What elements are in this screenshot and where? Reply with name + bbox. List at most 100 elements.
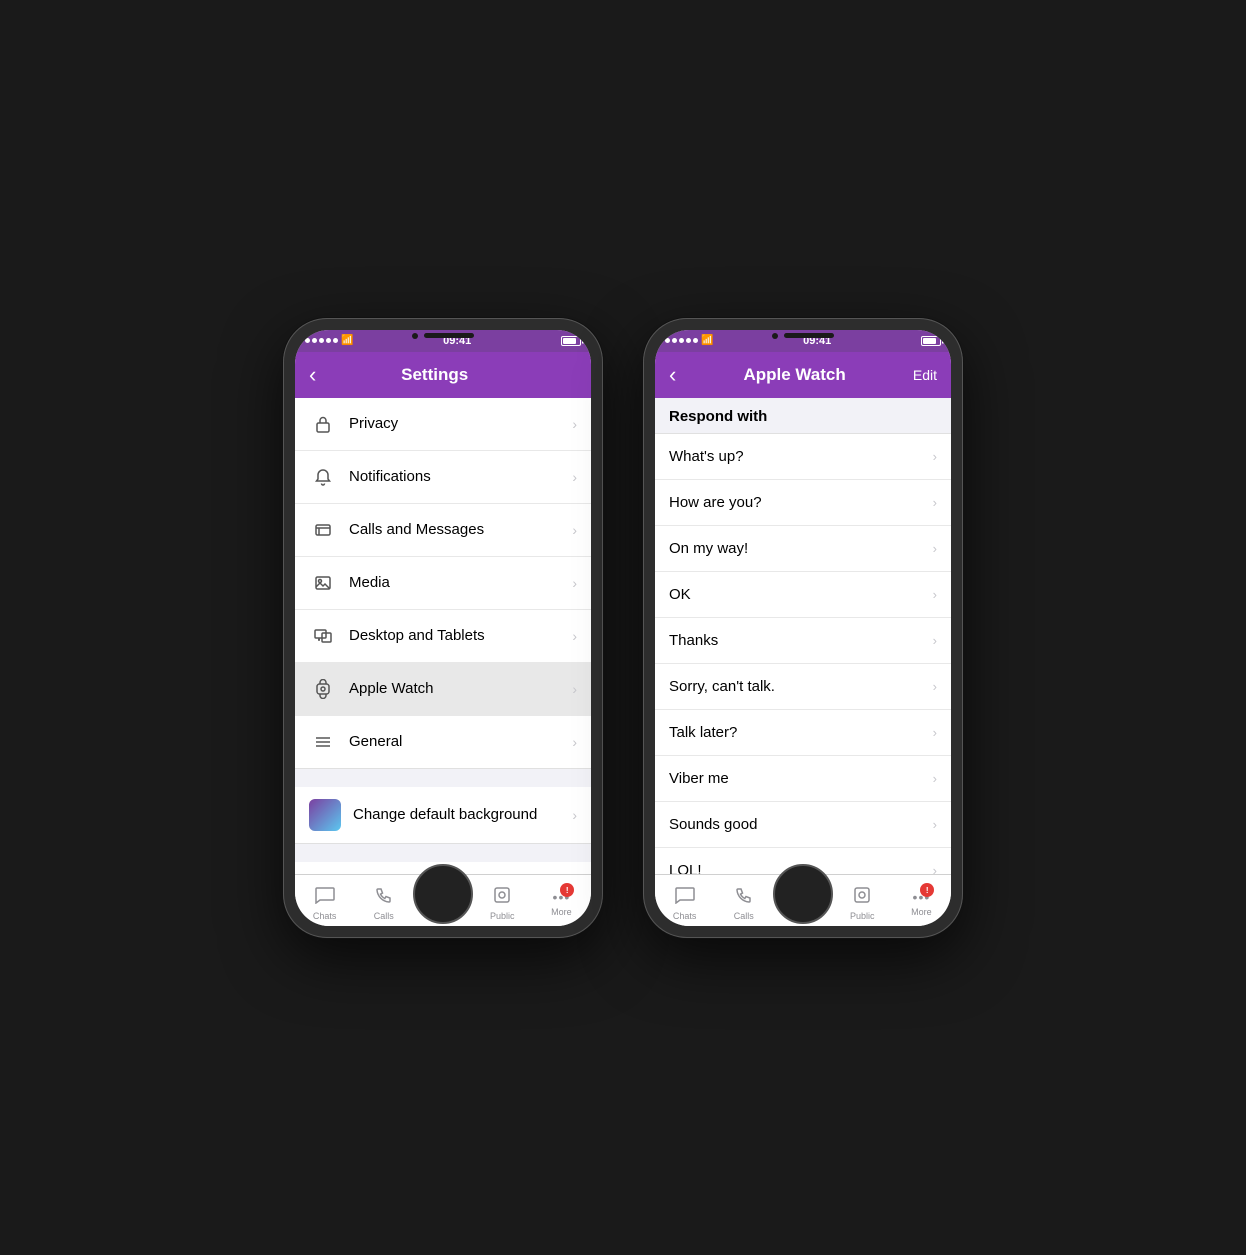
apple-watch-label: Apple Watch (349, 680, 572, 697)
settings-main-section: Privacy › Notifications › (295, 398, 591, 769)
desktop-icon (309, 622, 337, 650)
respond-item-ok[interactable]: OK › (655, 572, 951, 618)
settings-item-notifications[interactable]: Notifications › (295, 451, 591, 504)
respond-label-5: Sorry, can't talk. (669, 678, 933, 695)
general-icon (309, 728, 337, 756)
more-tab-badge: ! (560, 883, 574, 897)
settings-gap2 (295, 844, 591, 862)
privacy-label: Privacy (349, 415, 572, 432)
phone2-more-tab-badge: ! (920, 883, 934, 897)
status-left: 📶 (305, 335, 353, 346)
phone-camera (412, 333, 418, 339)
privacy-icon (309, 410, 337, 438)
phone2-calls-tab-icon (735, 886, 753, 909)
apple-watch-icon (309, 675, 337, 703)
media-label: Media (349, 574, 572, 591)
notifications-chevron: › (572, 469, 577, 485)
respond-item-thanks[interactable]: Thanks › (655, 618, 951, 664)
background-thumbnail (309, 799, 341, 831)
phone2-wifi-icon: 📶 (701, 335, 713, 346)
phone2-camera (772, 333, 778, 339)
respond-label-7: Viber me (669, 770, 933, 787)
privacy-chevron: › (572, 416, 577, 432)
desktop-label: Desktop and Tablets (349, 627, 572, 644)
apple-watch-chevron: › (572, 681, 577, 697)
phone2-calls-tab-label: Calls (734, 911, 754, 921)
apple-watch-content: Respond with What's up? › How are you? ›… (655, 398, 951, 874)
respond-item-whats-up[interactable]: What's up? › (655, 434, 951, 480)
respond-label-3: OK (669, 586, 933, 603)
phone2-tab-chats[interactable]: Chats (655, 880, 714, 921)
settings-gap1 (295, 769, 591, 787)
settings-item-calls[interactable]: Calls and Messages › (295, 504, 591, 557)
public-tab-label: Public (490, 911, 515, 921)
phone2-status-left: 📶 (665, 335, 713, 346)
respond-list: What's up? › How are you? › On my way! ›… (655, 434, 951, 874)
tab-public[interactable]: Public (473, 880, 532, 921)
respond-item-sorry[interactable]: Sorry, can't talk. › (655, 664, 951, 710)
phone2-tab-calls[interactable]: Calls (714, 880, 773, 921)
status-right (561, 336, 581, 346)
background-label: Change default background (353, 806, 572, 823)
respond-label-2: On my way! (669, 540, 933, 557)
respond-label-1: How are you? (669, 494, 933, 511)
phone2: 📶 09:41 ‹ Apple Watch Edit Respond with … (643, 318, 963, 938)
phone2-tab-public[interactable]: Public (833, 880, 892, 921)
tab-calls[interactable]: Calls (354, 880, 413, 921)
phone2-chats-tab-icon (675, 886, 695, 909)
general-chevron: › (572, 734, 577, 750)
phone1: 📶 09:41 ‹ Settings (283, 318, 603, 938)
respond-item-viber-me[interactable]: Viber me › (655, 756, 951, 802)
phone2-nav-title: Apple Watch (676, 365, 913, 385)
respond-item-talk-later[interactable]: Talk later? › (655, 710, 951, 756)
nav-bar: ‹ Settings (295, 352, 591, 398)
background-section: Change default background › (295, 787, 591, 844)
phone2-edit-button[interactable]: Edit (913, 367, 937, 383)
media-chevron: › (572, 575, 577, 591)
phone2-speaker (784, 333, 834, 338)
desktop-chevron: › (572, 628, 577, 644)
chats-tab-icon (315, 886, 335, 909)
notifications-label: Notifications (349, 468, 572, 485)
respond-item-on-my-way[interactable]: On my way! › (655, 526, 951, 572)
phone2-signal-dots (665, 338, 698, 343)
settings-item-general[interactable]: General › (295, 716, 591, 768)
background-chevron: › (572, 807, 577, 823)
respond-item-how-are-you[interactable]: How are you? › (655, 480, 951, 526)
respond-header: Respond with (655, 398, 951, 434)
wifi-icon: 📶 (341, 335, 353, 346)
public-tab-icon (493, 886, 511, 909)
respond-label-8: Sounds good (669, 816, 933, 833)
notifications-icon (309, 463, 337, 491)
calls-chevron: › (572, 522, 577, 538)
settings-item-privacy[interactable]: Privacy › (295, 398, 591, 451)
phone2-home-button[interactable] (773, 864, 833, 924)
settings-content: Privacy › Notifications › (295, 398, 591, 874)
phone2-tab-more[interactable]: ••• ! More (892, 883, 951, 917)
phone2-status-right (921, 336, 941, 346)
tab-more[interactable]: ••• ! More (532, 883, 591, 917)
home-button[interactable] (413, 864, 473, 924)
settings-item-apple-watch[interactable]: Apple Watch › (295, 663, 591, 716)
phone1-screen: 📶 09:41 ‹ Settings (295, 330, 591, 926)
tab-chats[interactable]: Chats (295, 880, 354, 921)
respond-label-4: Thanks (669, 632, 933, 649)
respond-item-sounds-good[interactable]: Sounds good › (655, 802, 951, 848)
signal-dots (305, 338, 338, 343)
settings-item-background[interactable]: Change default background › (295, 787, 591, 843)
chats-tab-label: Chats (313, 911, 337, 921)
phone-speaker (424, 333, 474, 338)
phone2-chats-tab-label: Chats (673, 911, 697, 921)
more-tab-label: More (551, 907, 572, 917)
calls-label: Calls and Messages (349, 521, 572, 538)
respond-label-6: Talk later? (669, 724, 933, 741)
phone2-public-tab-icon (853, 886, 871, 909)
settings-item-media[interactable]: Media › (295, 557, 591, 610)
back-button[interactable]: ‹ (309, 362, 316, 388)
calls-tab-icon (375, 886, 393, 909)
settings-item-desktop[interactable]: Desktop and Tablets › (295, 610, 591, 663)
phone2-back-button[interactable]: ‹ (669, 362, 676, 388)
phone2-battery-icon (921, 336, 941, 346)
calls-icon (309, 516, 337, 544)
phone2-more-tab-label: More (911, 907, 932, 917)
